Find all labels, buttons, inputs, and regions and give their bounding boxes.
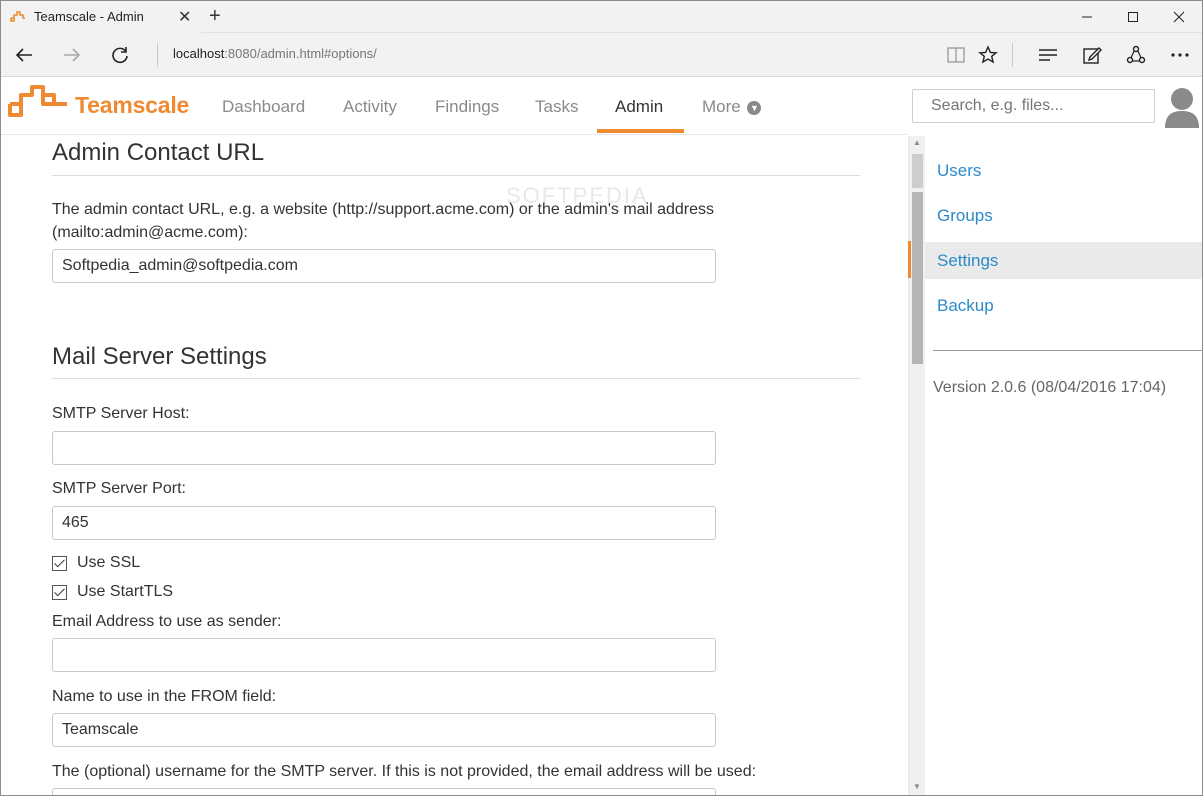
close-tab-icon[interactable]: ✕ [178, 7, 191, 27]
title-bar: Teamscale - Admin ✕ + [1, 1, 1202, 33]
nav-tasks[interactable]: Tasks [535, 97, 578, 117]
brand-name[interactable]: Teamscale [75, 92, 189, 119]
admin-contact-heading: Admin Contact URL [52, 139, 265, 166]
use-ssl-label: Use SSL [77, 554, 141, 571]
smtp-username-input[interactable] [52, 788, 716, 795]
smtp-port-input[interactable] [52, 506, 716, 540]
section-divider [52, 175, 860, 176]
favorite-star-icon[interactable] [972, 39, 1004, 71]
url-path: :8080/admin.html#options/ [224, 46, 377, 61]
admin-contact-description-line1: The admin contact URL, e.g. a website (h… [52, 201, 715, 218]
admin-sidebar: Users Groups Settings Backup Version 2.0… [925, 136, 1202, 795]
scroll-thumb[interactable] [912, 192, 923, 364]
active-sidebar-marker [908, 241, 911, 278]
sender-email-input[interactable] [52, 638, 716, 672]
nav-admin[interactable]: Admin [615, 97, 663, 117]
teamscale-favicon-icon [10, 11, 25, 22]
smtp-port-label: SMTP Server Port: [52, 480, 186, 497]
smtp-host-input[interactable] [52, 431, 716, 465]
address-bar: localhost:8080/admin.html#options/ [1, 33, 1202, 77]
close-window-icon[interactable] [1156, 1, 1202, 33]
web-note-icon[interactable] [1076, 39, 1108, 71]
url-separator [157, 43, 158, 67]
nav-more-label: More [702, 97, 741, 116]
smtp-username-label: The (optional) username for the SMTP ser… [52, 763, 757, 780]
minimize-icon[interactable] [1064, 1, 1110, 33]
toolbar-separator [1012, 43, 1013, 67]
sidebar-item-settings[interactable]: Settings [925, 242, 1202, 279]
back-arrow-icon[interactable] [8, 39, 40, 71]
nav-more[interactable]: More ▼ [702, 97, 762, 117]
section-divider [52, 378, 860, 379]
sidebar-item-groups[interactable]: Groups [925, 197, 1202, 234]
reading-view-icon[interactable] [940, 39, 972, 71]
sender-email-label: Email Address to use as sender: [52, 613, 282, 630]
active-nav-indicator [597, 129, 684, 133]
smtp-host-label: SMTP Server Host: [52, 405, 190, 422]
url-host: localhost [173, 46, 225, 61]
url-field[interactable]: localhost:8080/admin.html#options/ [173, 46, 377, 61]
scroll-up-arrow-icon[interactable]: ▲ [913, 138, 921, 147]
share-icon[interactable] [1120, 39, 1152, 71]
use-ssl-row: Use SSL [52, 554, 140, 572]
admin-contact-url-input[interactable] [52, 249, 716, 283]
more-ellipsis-icon[interactable] [1164, 39, 1196, 71]
nav-dashboard[interactable]: Dashboard [222, 97, 305, 117]
forward-arrow-icon[interactable] [56, 39, 88, 71]
mail-server-heading: Mail Server Settings [52, 343, 267, 370]
use-ssl-checkbox[interactable] [52, 555, 67, 571]
scroll-track [912, 154, 923, 188]
sidebar-item-users[interactable]: Users [925, 152, 1202, 189]
admin-contact-description: The admin contact URL, e.g. a website (h… [52, 198, 714, 244]
hub-icon[interactable] [1032, 39, 1064, 71]
version-text: Version 2.0.6 (08/04/2016 17:04) [933, 379, 1167, 396]
use-starttls-label: Use StartTLS [77, 583, 174, 600]
main-scrollbar[interactable]: ▲ ▼ [908, 136, 925, 795]
sidebar-item-backup[interactable]: Backup [925, 287, 1202, 324]
sidebar-divider [933, 350, 1202, 351]
browser-window: Teamscale - Admin ✕ + localhost:8080/adm… [0, 0, 1203, 796]
scroll-down-arrow-icon[interactable]: ▼ [913, 782, 921, 791]
from-name-label: Name to use in the FROM field: [52, 688, 277, 705]
teamscale-logo-icon[interactable] [7, 84, 71, 120]
maximize-icon[interactable] [1110, 1, 1156, 33]
from-name-input[interactable] [52, 713, 716, 747]
search-input[interactable] [912, 89, 1155, 123]
app-header: Teamscale Dashboard Activity Findings Ta… [1, 78, 908, 135]
chevron-down-icon: ▼ [747, 101, 762, 115]
use-starttls-checkbox[interactable] [52, 584, 67, 600]
user-avatar-icon[interactable] [1163, 86, 1201, 128]
browser-tab[interactable]: Teamscale - Admin ✕ [1, 1, 201, 33]
new-tab-button[interactable]: + [209, 5, 221, 28]
use-starttls-row: Use StartTLS [52, 583, 173, 601]
nav-activity[interactable]: Activity [343, 97, 397, 117]
admin-contact-description-line2: (mailto:admin@acme.com): [52, 224, 248, 241]
refresh-icon[interactable] [104, 39, 136, 71]
nav-findings[interactable]: Findings [435, 97, 499, 117]
tab-title: Teamscale - Admin [34, 9, 144, 24]
main-content: SOFTPEDIA Admin Contact URL The admin co… [1, 136, 908, 795]
